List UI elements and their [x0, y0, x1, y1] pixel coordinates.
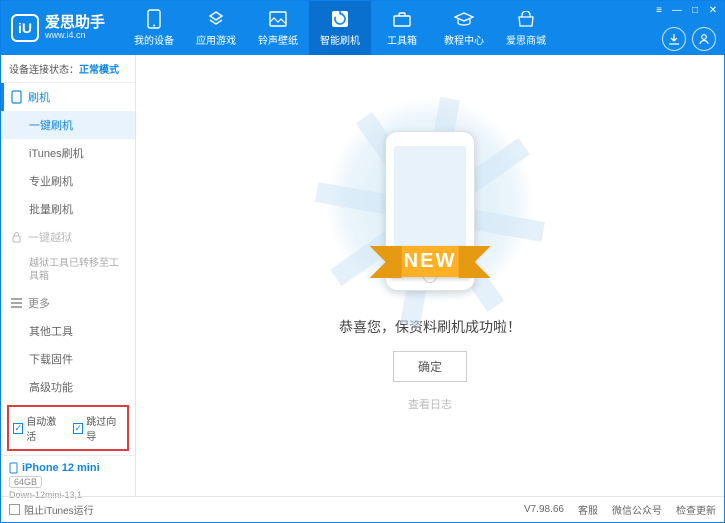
phone-icon [144, 9, 164, 29]
tab-ringtones-wallpapers[interactable]: 铃声壁纸 [247, 1, 309, 55]
support-link[interactable]: 客服 [578, 502, 598, 517]
hat-icon [454, 9, 474, 29]
checkbox-skip-guide[interactable]: ✓跳过向导 [73, 413, 123, 443]
device-storage: 64GB [9, 476, 42, 488]
logo-block: iU 爱思助手 www.i4.cn [1, 14, 115, 42]
status-bar: 阻止iTunes运行 V7.98.66 客服 微信公众号 检查更新 [1, 496, 724, 522]
store-icon [516, 9, 536, 29]
list-icon [11, 298, 22, 308]
tab-toolbox[interactable]: 工具箱 [371, 1, 433, 55]
menu-button[interactable]: ≡ [652, 3, 666, 17]
close-button[interactable]: ✕ [706, 3, 720, 17]
phone-illustration: NEW [345, 121, 515, 301]
app-window: iU 爱思助手 www.i4.cn 我的设备 应用游戏 铃声壁纸 智能刷机 工具… [0, 0, 725, 523]
title-bar: iU 爱思助手 www.i4.cn 我的设备 应用游戏 铃声壁纸 智能刷机 工具… [1, 1, 724, 55]
tab-my-device[interactable]: 我的设备 [123, 1, 185, 55]
brand-name: 爱思助手 [45, 15, 105, 32]
device-name: iPhone 12 mini [9, 462, 127, 474]
tab-store[interactable]: 爱思商城 [495, 1, 557, 55]
sidebar-item-pro-flash[interactable]: 专业刷机 [1, 167, 135, 195]
sidebar-item-itunes-flash[interactable]: iTunes刷机 [1, 139, 135, 167]
sidebar-item-other-tools[interactable]: 其他工具 [1, 317, 135, 345]
body: 设备连接状态：正常模式 刷机 一键刷机 iTunes刷机 专业刷机 批量刷机 一… [1, 55, 724, 496]
nav-tabs: 我的设备 应用游戏 铃声壁纸 智能刷机 工具箱 教程中心 爱思商城 [123, 1, 557, 55]
phone-small-icon [11, 90, 22, 104]
lock-icon [11, 231, 22, 243]
sidebar-item-download-firmware[interactable]: 下载固件 [1, 345, 135, 373]
status-value: 正常模式 [79, 65, 119, 76]
section-more[interactable]: 更多 [1, 289, 135, 317]
check-icon: ✓ [73, 423, 83, 434]
logo-icon: iU [11, 14, 39, 42]
wechat-link[interactable]: 微信公众号 [612, 502, 662, 517]
jailbreak-note: 越狱工具已转移至工具箱 [1, 251, 135, 289]
user-icon[interactable] [692, 27, 716, 51]
sidebar: 设备连接状态：正常模式 刷机 一键刷机 iTunes刷机 专业刷机 批量刷机 一… [1, 55, 136, 496]
sidebar-item-advanced[interactable]: 高级功能 [1, 373, 135, 401]
connection-status: 设备连接状态：正常模式 [1, 55, 135, 83]
tab-tutorials[interactable]: 教程中心 [433, 1, 495, 55]
title-circle-buttons [662, 27, 716, 51]
main-panel: NEW 恭喜您，保资料刷机成功啦！ 确定 查看日志 [136, 55, 724, 496]
new-ribbon: NEW [390, 246, 471, 277]
unchecked-icon [9, 504, 20, 515]
view-log-link[interactable]: 查看日志 [408, 396, 452, 412]
checkbox-block-itunes[interactable]: 阻止iTunes运行 [9, 502, 94, 517]
section-jailbreak: 一键越狱 [1, 223, 135, 251]
section-flash[interactable]: 刷机 [1, 83, 135, 111]
check-icon: ✓ [13, 423, 23, 434]
version-label: V7.98.66 [524, 504, 564, 515]
toolbox-icon [392, 9, 412, 29]
minimize-button[interactable]: — [670, 3, 684, 17]
checkbox-auto-activate[interactable]: ✓自动激活 [13, 413, 63, 443]
apps-icon [206, 9, 226, 29]
check-update-link[interactable]: 检查更新 [676, 502, 716, 517]
option-checkrow: ✓自动激活 ✓跳过向导 [7, 405, 129, 451]
wallpaper-icon [268, 9, 288, 29]
refresh-icon [330, 9, 350, 29]
maximize-button[interactable]: □ [688, 3, 702, 17]
window-controls: ≡ — □ ✕ [652, 3, 720, 17]
success-message: 恭喜您，保资料刷机成功啦！ [339, 317, 521, 337]
tab-smart-flash[interactable]: 智能刷机 [309, 1, 371, 55]
tab-apps-games[interactable]: 应用游戏 [185, 1, 247, 55]
sidebar-item-one-click-flash[interactable]: 一键刷机 [1, 111, 135, 139]
sidebar-item-batch-flash[interactable]: 批量刷机 [1, 195, 135, 223]
brand-url: www.i4.cn [45, 31, 105, 41]
ok-button[interactable]: 确定 [393, 351, 467, 382]
phone-tiny-icon [9, 462, 18, 474]
download-icon[interactable] [662, 27, 686, 51]
